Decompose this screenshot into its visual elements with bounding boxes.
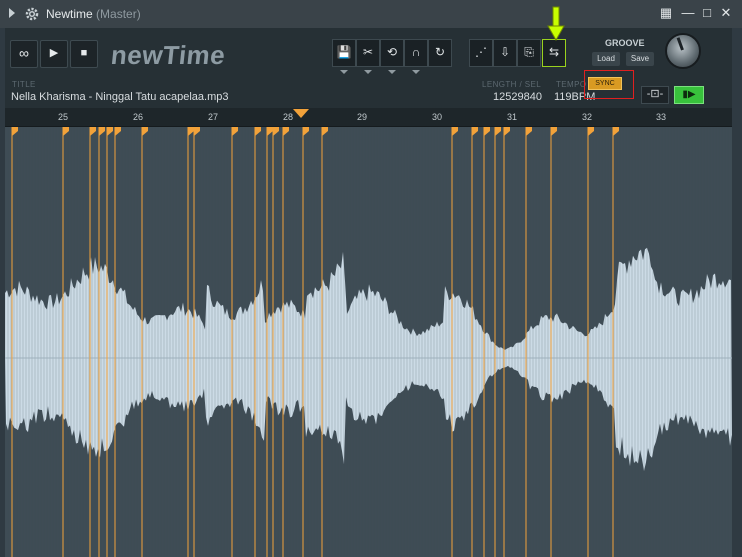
dropdown-arrow-icon bbox=[388, 70, 396, 74]
slice-handle[interactable] bbox=[472, 127, 478, 136]
markers-icon[interactable]: ⋰ bbox=[469, 39, 493, 67]
groove-save-button[interactable]: Save bbox=[626, 52, 654, 66]
dropdown-arrow-icon bbox=[340, 70, 348, 74]
groove-load-button[interactable]: Load bbox=[592, 52, 620, 66]
slice-handle[interactable] bbox=[283, 127, 289, 136]
export-tool-glyph: ⇩ bbox=[499, 45, 511, 59]
bar-number: 30 bbox=[432, 112, 443, 122]
waveform-canvas[interactable] bbox=[5, 127, 732, 557]
maximize-button[interactable]: □ bbox=[699, 5, 715, 21]
loop-button[interactable]: ∞ bbox=[10, 40, 38, 68]
waveform-view[interactable] bbox=[5, 127, 732, 557]
slice-tool-glyph: ✂ bbox=[362, 45, 374, 59]
copy-icon[interactable]: ⎘ bbox=[517, 39, 541, 67]
stop-button[interactable]: ■ bbox=[70, 40, 98, 68]
window-titlebar: Newtime (Master) ▦ — □ ✕ bbox=[0, 0, 742, 28]
length-label: LENGTH / SEL bbox=[482, 80, 542, 89]
copy-tool-glyph: ⎘ bbox=[524, 45, 534, 59]
magnet-icon[interactable]: ∩ bbox=[404, 39, 428, 74]
slice-handle[interactable] bbox=[613, 127, 619, 136]
app-logo: newTime bbox=[109, 40, 227, 70]
groove-knob[interactable] bbox=[665, 33, 701, 69]
select-tool-glyph: ⟲ bbox=[386, 45, 398, 59]
bar-number: 31 bbox=[507, 112, 518, 122]
bar-number: 25 bbox=[58, 112, 69, 122]
slice-handle[interactable] bbox=[142, 127, 148, 136]
stretch-tool-glyph: ⇆ bbox=[548, 45, 560, 59]
gear-icon[interactable] bbox=[24, 6, 40, 22]
bar-number: 28 bbox=[283, 112, 294, 122]
bar-number: 27 bbox=[208, 112, 219, 122]
save-icon[interactable]: 💾 bbox=[332, 39, 356, 74]
stretch-icon[interactable]: ⇆ bbox=[542, 39, 566, 67]
title-label: TITLE bbox=[12, 80, 36, 89]
chain-button[interactable]: -⊡- bbox=[641, 86, 669, 104]
select-icon[interactable]: ⟲ bbox=[380, 39, 404, 74]
save-tool-glyph: 💾 bbox=[336, 45, 352, 59]
collapse-arrow-icon[interactable] bbox=[9, 8, 15, 18]
groove-label: GROOVE bbox=[605, 38, 645, 48]
playhead-marker[interactable] bbox=[293, 109, 309, 118]
minimize-button[interactable]: — bbox=[680, 5, 696, 21]
slice-handle[interactable] bbox=[526, 127, 532, 136]
length-value: 12529840 bbox=[493, 91, 542, 103]
slice-handle[interactable] bbox=[484, 127, 490, 136]
slice-handle[interactable] bbox=[322, 127, 328, 136]
window-title: Newtime (Master) bbox=[46, 7, 141, 21]
slice-handle[interactable] bbox=[115, 127, 121, 136]
bar-number: 29 bbox=[357, 112, 368, 122]
tempo-label: TEMPO bbox=[556, 80, 587, 89]
title-value: Nella Kharisma - Ninggal Tatu acapelaa.m… bbox=[11, 91, 229, 103]
refresh-tool-glyph: ↻ bbox=[434, 45, 446, 59]
preview-play-button[interactable]: ▮▶ bbox=[674, 86, 704, 104]
close-button[interactable]: ✕ bbox=[718, 5, 734, 21]
refresh-icon[interactable]: ↻ bbox=[428, 39, 452, 67]
annotation-highlight-box bbox=[584, 70, 634, 99]
export-icon[interactable]: ⇩ bbox=[493, 39, 517, 67]
slice-icon[interactable]: ✂ bbox=[356, 39, 380, 74]
knob-indicator bbox=[676, 37, 684, 51]
play-button[interactable]: ▶ bbox=[40, 40, 68, 68]
dropdown-arrow-icon bbox=[364, 70, 372, 74]
markers-tool-glyph: ⋰ bbox=[475, 45, 487, 59]
bar-number: 26 bbox=[133, 112, 144, 122]
window-title-text: Newtime bbox=[46, 7, 93, 21]
magnet-tool-glyph: ∩ bbox=[411, 45, 421, 59]
detach-button[interactable]: ▦ bbox=[658, 5, 674, 21]
bar-number: 32 bbox=[582, 112, 593, 122]
slice-handle[interactable] bbox=[232, 127, 238, 136]
dropdown-arrow-icon bbox=[412, 70, 420, 74]
timeline-ruler[interactable]: 25 26 27 28 29 30 31 32 33 bbox=[5, 108, 732, 127]
window-subtitle: (Master) bbox=[96, 7, 141, 21]
annotation-arrow-icon bbox=[547, 6, 565, 42]
bar-number: 33 bbox=[656, 112, 667, 122]
